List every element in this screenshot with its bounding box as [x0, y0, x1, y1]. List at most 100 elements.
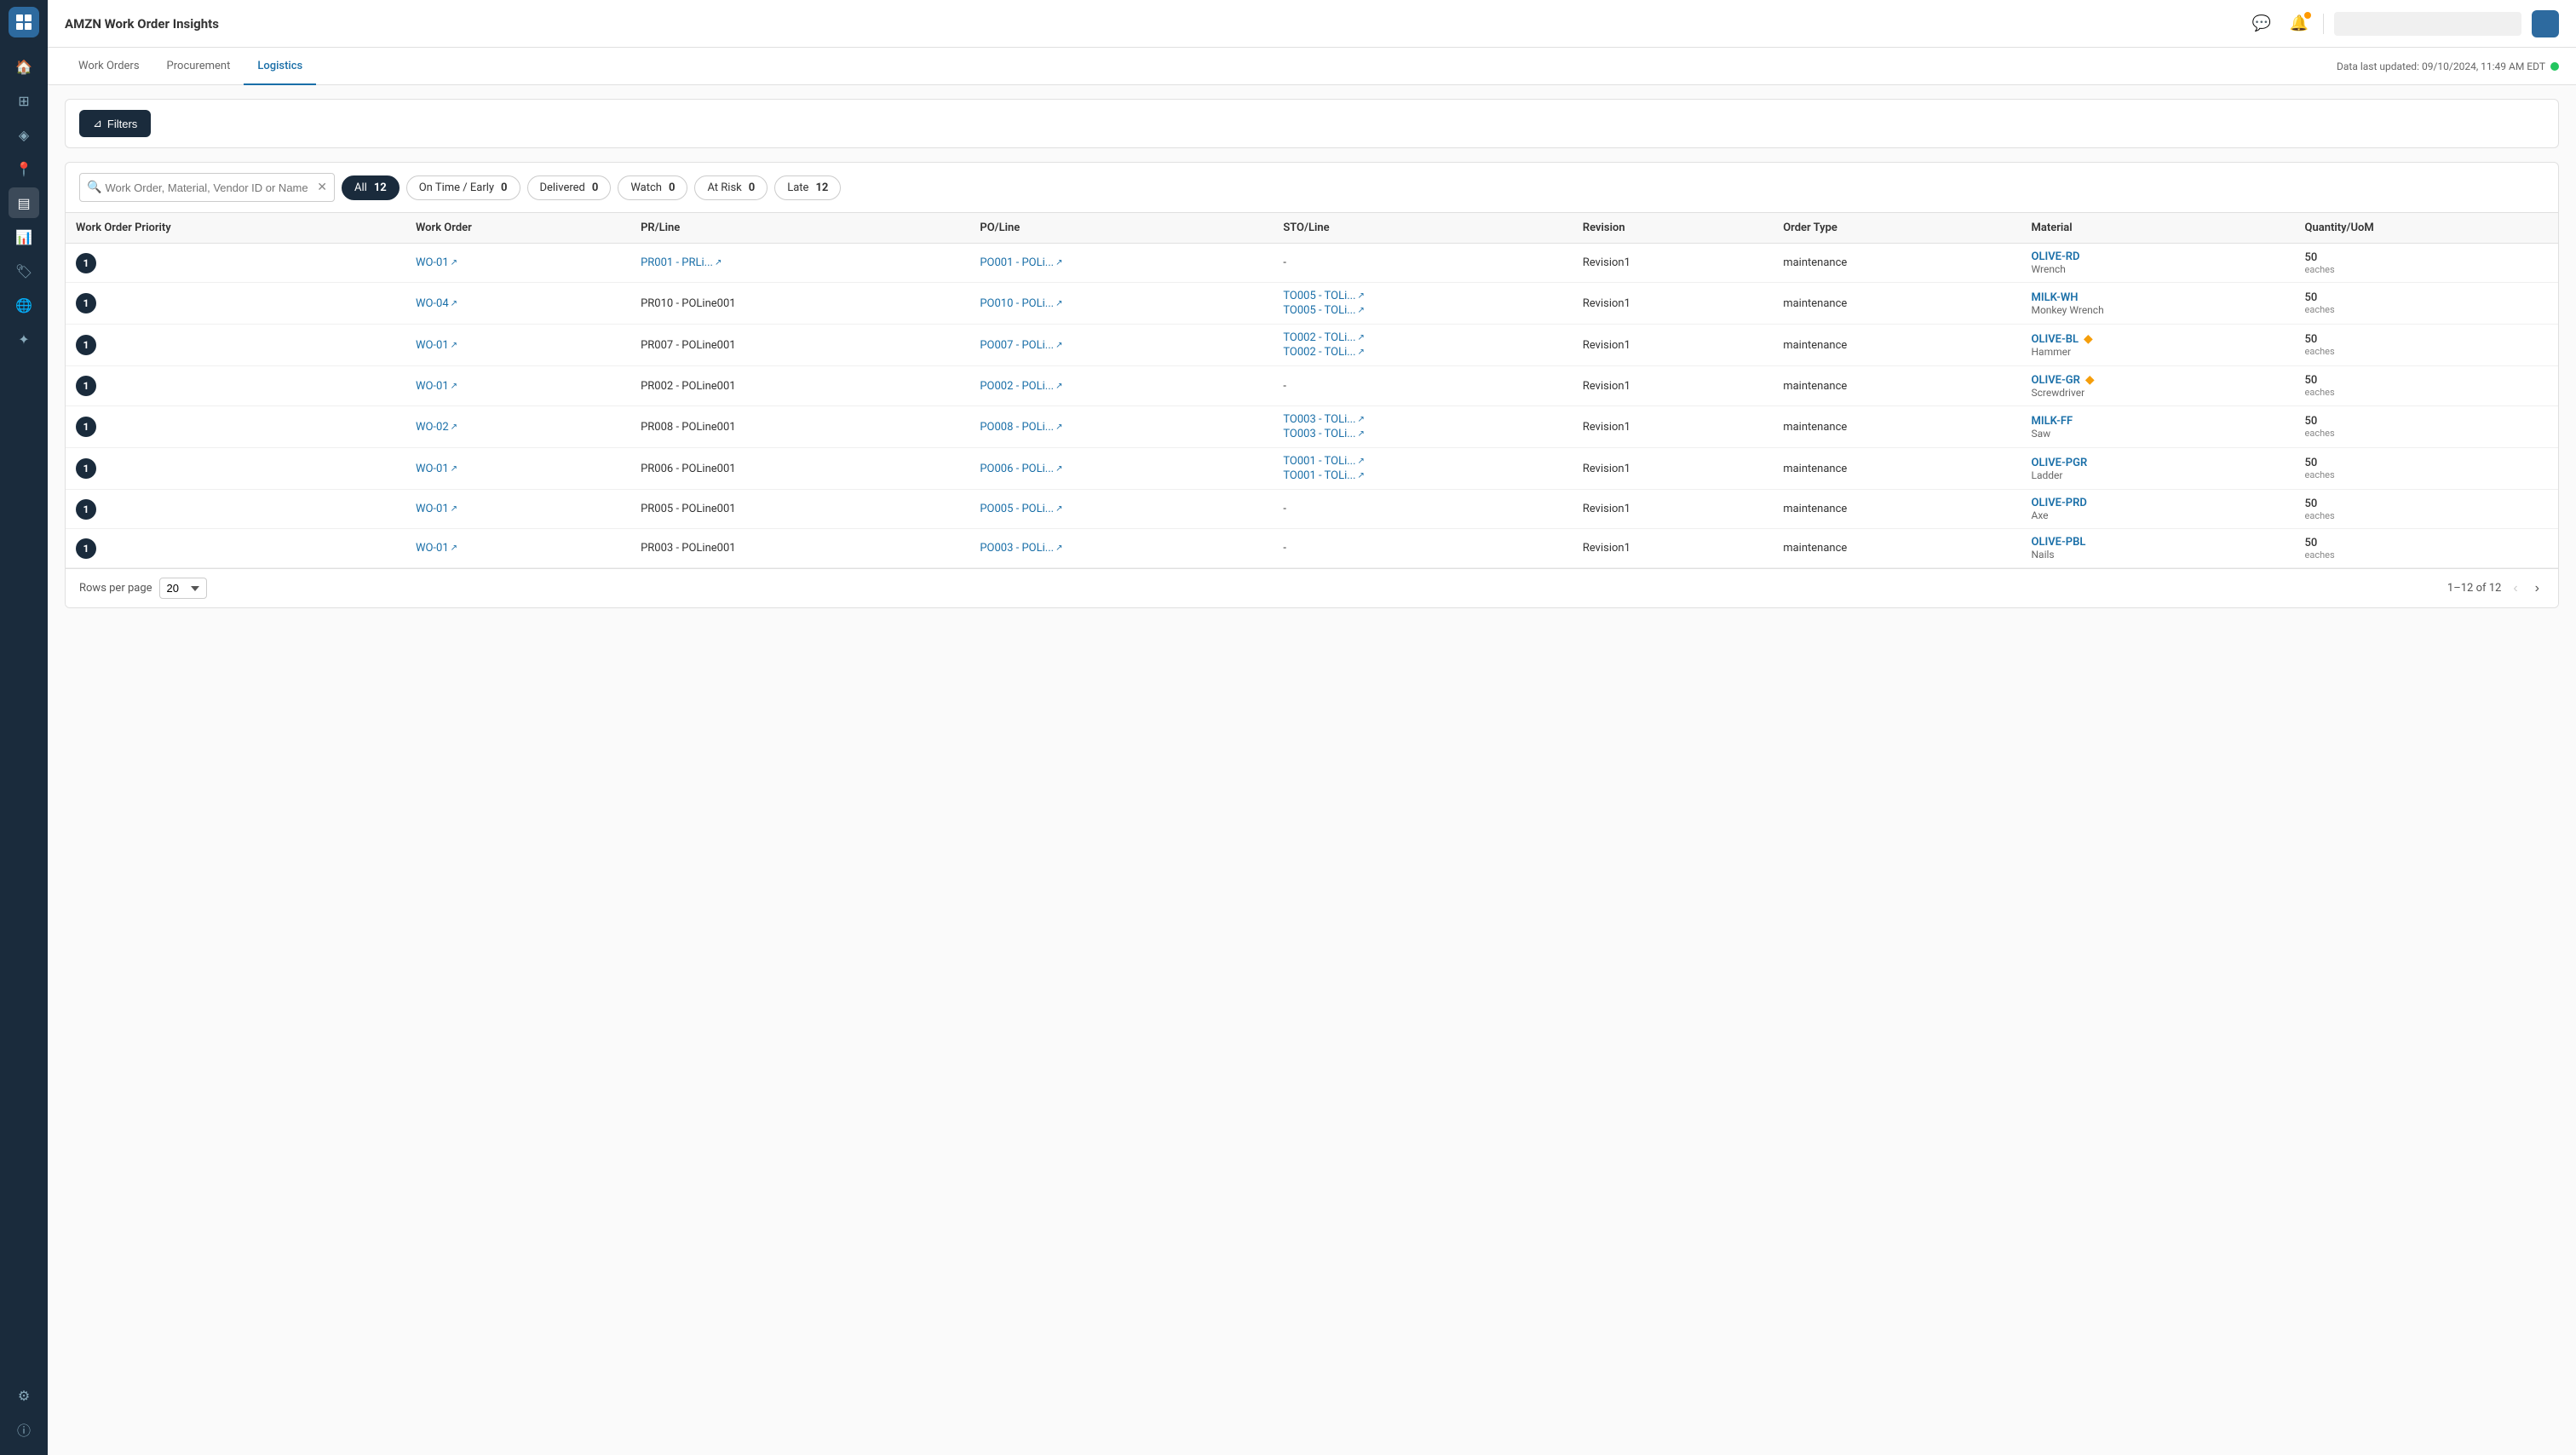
work-order-link[interactable]: WO-01 ↗: [416, 503, 457, 515]
po-line-link[interactable]: PO003 - POLi... ↗: [980, 542, 1062, 555]
work-order-link[interactable]: WO-01 ↗: [416, 380, 457, 393]
table-row: 1 WO-01 ↗ PR003 - POLine001 PO003 - POLi…: [66, 529, 2558, 568]
cell-sto-line: TO005 - TOLi... ↗ TO005 - TOLi... ↗: [1273, 283, 1573, 325]
external-link-icon: ↗: [1055, 299, 1062, 308]
sidebar-settings-icon[interactable]: ⚙: [9, 1380, 39, 1411]
work-order-link[interactable]: WO-01 ↗: [416, 463, 457, 475]
app-logo[interactable]: [9, 7, 39, 37]
table-row: 1 WO-02 ↗ PR008 - POLine001 PO008 - POLi…: [66, 406, 2558, 448]
cell-priority: 1: [66, 406, 405, 448]
po-line-link[interactable]: PO002 - POLi... ↗: [980, 380, 1062, 393]
sidebar-home-icon[interactable]: 🏠: [9, 51, 39, 82]
next-page-button[interactable]: ›: [2530, 579, 2544, 598]
po-line-link[interactable]: PO001 - POLi... ↗: [980, 256, 1062, 269]
material-name: Nails: [2031, 549, 2284, 561]
po-line-link[interactable]: PO006 - POLi... ↗: [980, 463, 1062, 475]
cell-sto-line: -: [1273, 490, 1573, 529]
rows-per-page-select[interactable]: 10 20 50 100: [159, 578, 207, 599]
cell-quantity: 50 eaches: [2295, 244, 2558, 283]
notification-button[interactable]: 🔔: [2286, 10, 2313, 37]
update-status-dot: [2550, 62, 2559, 71]
material-code-link[interactable]: OLIVE-PRD: [2031, 497, 2086, 509]
sidebar-table-icon[interactable]: ▤: [9, 187, 39, 218]
qty-unit: eaches: [2305, 469, 2548, 480]
sto-link[interactable]: TO001 - TOLi... ↗: [1283, 455, 1562, 468]
sidebar-grid-icon[interactable]: ⊞: [9, 85, 39, 116]
clear-search-icon[interactable]: ✕: [317, 181, 327, 194]
material-code-link[interactable]: MILK-FF: [2031, 415, 2073, 428]
prev-page-button[interactable]: ‹: [2508, 579, 2522, 598]
sidebar-tag-icon[interactable]: 🏷: [9, 256, 39, 286]
cell-pr-line: PR006 - POLine001: [630, 448, 969, 490]
work-order-link[interactable]: WO-01 ↗: [416, 339, 457, 352]
pill-watch[interactable]: Watch 0: [618, 175, 687, 200]
external-link-icon: ↗: [1358, 306, 1365, 315]
material-code-link[interactable]: OLIVE-GR: [2031, 374, 2079, 387]
work-order-link[interactable]: WO-01 ↗: [416, 256, 457, 269]
cell-quantity: 50 eaches: [2295, 325, 2558, 366]
material-code-link[interactable]: OLIVE-PBL: [2031, 536, 2085, 549]
sto-link[interactable]: TO005 - TOLi... ↗: [1283, 304, 1562, 317]
external-link-icon: ↗: [1055, 423, 1062, 432]
col-quantity: Quantity/UoM: [2295, 213, 2558, 244]
sto-link[interactable]: TO002 - TOLi... ↗: [1283, 346, 1562, 359]
work-order-link[interactable]: WO-01 ↗: [416, 542, 457, 555]
search-input-wrap[interactable]: 🔍 ✕: [79, 173, 335, 202]
pill-delivered[interactable]: Delivered 0: [527, 175, 612, 200]
po-line-link[interactable]: PO008 - POLi... ↗: [980, 421, 1062, 434]
sto-link[interactable]: TO001 - TOLi... ↗: [1283, 469, 1562, 482]
pill-watch-count: 0: [669, 181, 675, 194]
chat-button[interactable]: 💬: [2248, 10, 2275, 37]
po-line-link[interactable]: PO010 - POLi... ↗: [980, 297, 1062, 310]
material-name: Screwdriver: [2031, 387, 2284, 399]
material-name: Hammer: [2031, 346, 2284, 358]
tab-procurement[interactable]: Procurement: [153, 48, 244, 85]
sto-link[interactable]: TO005 - TOLi... ↗: [1283, 290, 1562, 302]
pr-line-link[interactable]: PR001 - PRLi... ↗: [641, 256, 722, 269]
filters-button[interactable]: ⊿ Filters: [79, 110, 151, 137]
work-order-link[interactable]: WO-04 ↗: [416, 297, 457, 310]
cell-quantity: 50 eaches: [2295, 490, 2558, 529]
search-input[interactable]: [101, 181, 313, 194]
cell-sto-line: TO001 - TOLi... ↗ TO001 - TOLi... ↗: [1273, 448, 1573, 490]
cell-revision: Revision1: [1573, 448, 1773, 490]
tab-logistics[interactable]: Logistics: [244, 48, 316, 85]
sto-link[interactable]: TO002 - TOLi... ↗: [1283, 331, 1562, 344]
user-avatar[interactable]: [2532, 10, 2559, 37]
cell-po-line: PO001 - POLi... ↗: [969, 244, 1273, 283]
pill-all[interactable]: All 12: [342, 175, 400, 200]
material-code-link[interactable]: OLIVE-BL: [2031, 333, 2079, 346]
table-row: 1 WO-01 ↗ PR007 - POLine001 PO007 - POLi…: [66, 325, 2558, 366]
sidebar-globe-icon[interactable]: 🌐: [9, 290, 39, 320]
material-code-link[interactable]: MILK-WH: [2031, 291, 2078, 304]
po-line-link[interactable]: PO005 - POLi... ↗: [980, 503, 1062, 515]
material-code-link[interactable]: OLIVE-PGR: [2031, 457, 2087, 469]
cell-order-type: maintenance: [1773, 325, 2021, 366]
sto-link[interactable]: TO003 - TOLi... ↗: [1283, 428, 1562, 440]
sto-link[interactable]: TO003 - TOLi... ↗: [1283, 413, 1562, 426]
sidebar-cube-icon[interactable]: ◈: [9, 119, 39, 150]
sidebar-chart-icon[interactable]: 📊: [9, 221, 39, 252]
tab-work-orders[interactable]: Work Orders: [65, 48, 153, 85]
sidebar-location-icon[interactable]: 📍: [9, 153, 39, 184]
sidebar-info-icon[interactable]: ⓘ: [9, 1414, 39, 1445]
cell-revision: Revision1: [1573, 244, 1773, 283]
qty-value: 50: [2305, 251, 2548, 264]
external-link-icon: ↗: [451, 382, 457, 391]
material-code-link[interactable]: OLIVE-RD: [2031, 250, 2079, 263]
col-priority: Work Order Priority: [66, 213, 405, 244]
col-po-line: PO/Line: [969, 213, 1273, 244]
warning-icon: ◆: [2084, 332, 2093, 346]
filter-icon: ⊿: [93, 117, 102, 130]
po-line-link[interactable]: PO007 - POLi... ↗: [980, 339, 1062, 352]
qty-value: 50: [2305, 374, 2548, 387]
pill-on-time-early[interactable]: On Time / Early 0: [406, 175, 520, 200]
cell-revision: Revision1: [1573, 406, 1773, 448]
qty-unit: eaches: [2305, 304, 2548, 315]
pill-at-risk[interactable]: At Risk 0: [694, 175, 768, 200]
sidebar-plugin-icon[interactable]: ✦: [9, 324, 39, 354]
cell-material: OLIVE-PBL Nails: [2021, 529, 2294, 568]
work-order-link[interactable]: WO-02 ↗: [416, 421, 457, 434]
cell-po-line: PO006 - POLi... ↗: [969, 448, 1273, 490]
pill-late[interactable]: Late 12: [774, 175, 841, 200]
